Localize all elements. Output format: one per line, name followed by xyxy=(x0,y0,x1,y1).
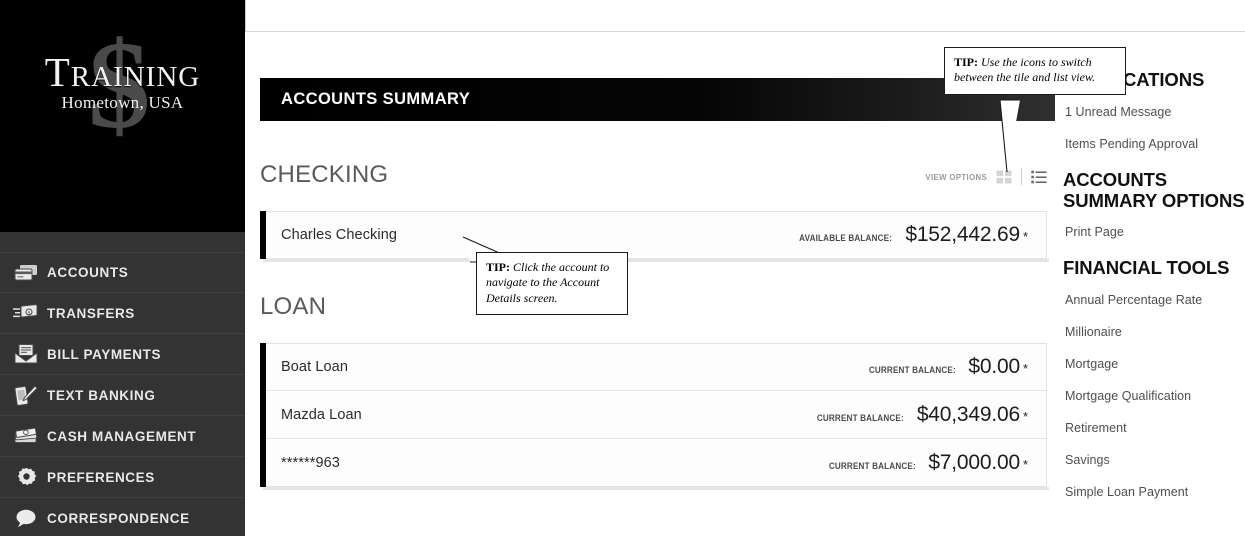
app-window: $ Training Hometown, USA ACCOUNTS $ TRAN… xyxy=(0,0,1245,536)
tip-callout-click-account: TIP: Click the account to navigate to th… xyxy=(476,252,628,316)
tip-callout-view-icons: TIP: Use the icons to switch between the… xyxy=(944,47,1126,95)
tip-lead: TIP: xyxy=(954,55,978,69)
tip-lead: TIP: xyxy=(486,260,510,274)
